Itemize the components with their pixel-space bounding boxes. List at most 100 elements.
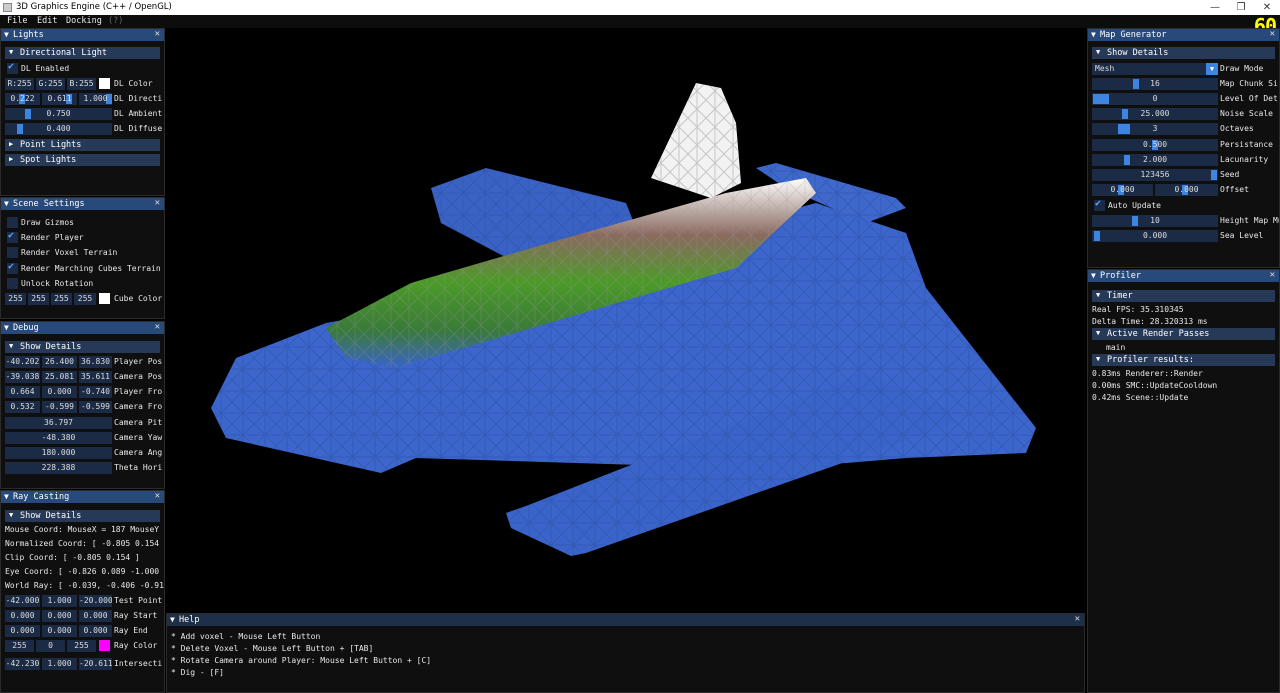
directional-light-header[interactable]: ▼ Directional Light [5,47,160,59]
render-passes-header[interactable]: ▼ Active Render Passes [1092,328,1275,340]
slider-grab[interactable] [1122,109,1128,119]
ray-end-y[interactable]: 0.000 [42,625,77,637]
ray-casting-title-bar[interactable]: ▼ Ray Casting ✕ [1,491,164,503]
render-player-checkbox[interactable] [7,230,18,243]
ray-color-r[interactable]: 255 [5,640,34,652]
ray-color-g[interactable]: 0 [36,640,65,652]
auto-update-checkbox[interactable] [1094,198,1105,211]
octaves-slider[interactable]: 3 [1092,123,1218,135]
close-window-button[interactable]: ✕ [1254,0,1280,15]
offset-y-slider[interactable]: 0.000 [1155,184,1218,196]
collapse-icon[interactable]: ▼ [170,615,175,624]
cube-color-swatch[interactable] [99,293,110,304]
player-pos-y[interactable]: 26.400 [42,356,77,368]
test-point-y[interactable]: 1.000 [42,595,77,607]
dl-color-b[interactable]: B:255 [67,78,96,90]
collapse-icon[interactable]: ▼ [1091,30,1096,39]
player-pos-z[interactable]: 36.830 [79,356,112,368]
camera-yaw-field[interactable]: -48.380 [5,432,112,444]
slider-grab[interactable] [1211,170,1217,180]
3d-viewport[interactable] [166,28,1085,612]
camera-pos-x[interactable]: -39.038 [5,371,40,383]
dl-diffuse-slider[interactable]: 0.400 [5,123,112,135]
collapse-icon[interactable]: ▼ [4,323,9,332]
menu-file[interactable]: File [7,16,27,26]
slider-grab[interactable] [1094,231,1100,241]
cube-color-r[interactable]: 255 [5,293,26,305]
sea-level-slider[interactable]: 0.000 [1092,230,1218,242]
noise-scale-slider[interactable]: 25.000 [1092,108,1218,120]
camera-pitch-field[interactable]: 36.797 [5,417,112,429]
slider-grab[interactable] [1093,94,1109,104]
spot-lights-header[interactable]: ▶ Spot Lights [5,154,160,166]
profiler-results-header[interactable]: ▼ Profiler results: [1092,354,1275,366]
test-point-x[interactable]: -42.000 [5,595,40,607]
camera-pos-z[interactable]: 35.611 [79,371,112,383]
render-mc-checkbox[interactable] [7,261,18,274]
cube-color-g[interactable]: 255 [28,293,49,305]
maximize-button[interactable]: ❐ [1228,0,1254,15]
close-icon[interactable]: ✕ [155,491,160,501]
ray-color-b[interactable]: 255 [67,640,96,652]
slider-grab[interactable] [1124,155,1130,165]
close-icon[interactable]: ✕ [155,198,160,208]
menu-help[interactable]: (?) [108,16,123,26]
player-pos-x[interactable]: -40.202 [5,356,40,368]
theta-horizontal-field[interactable]: 228.388 [5,462,112,474]
ray-start-z[interactable]: 0.000 [79,610,112,622]
dl-color-r[interactable]: R:255 [5,78,34,90]
player-front-x[interactable]: 0.664 [5,386,40,398]
camera-front-z[interactable]: -0.599 [79,401,112,413]
dl-ambient-slider[interactable]: 0.750 [5,108,112,120]
dl-enabled-checkbox[interactable] [7,61,18,74]
collapse-icon[interactable]: ▼ [4,30,9,39]
player-front-y[interactable]: 0.000 [42,386,77,398]
persistance-slider[interactable]: 0.500 [1092,139,1218,151]
scene-settings-title-bar[interactable]: ▼ Scene Settings ✕ [1,198,164,210]
minimize-button[interactable]: — [1202,0,1228,15]
camera-angle-field[interactable]: 180.000 [5,447,112,459]
dropdown-arrow-icon[interactable]: ▼ [1206,63,1218,75]
profiler-title-bar[interactable]: ▼ Profiler ✕ [1088,270,1279,282]
lacunarity-slider[interactable]: 2.000 [1092,154,1218,166]
collapse-icon[interactable]: ▼ [1091,271,1096,280]
ray-color-swatch[interactable] [99,640,110,651]
intersection-x[interactable]: -42.230 [5,658,40,670]
close-icon[interactable]: ✕ [155,29,160,39]
lights-title-bar[interactable]: ▼ Lights ✕ [1,29,164,41]
help-title-bar[interactable]: ▼ Help ✕ [167,614,1084,626]
dl-dir-x[interactable]: 0.222 [5,93,40,105]
intersection-z[interactable]: -20.611 [79,658,112,670]
ray-end-z[interactable]: 0.000 [79,625,112,637]
mapgen-show-details-header[interactable]: ▼ Show Details [1092,47,1275,59]
chunk-size-slider[interactable]: 16 [1092,78,1218,90]
collapse-icon[interactable]: ▼ [4,199,9,208]
camera-front-x[interactable]: 0.532 [5,401,40,413]
menu-edit[interactable]: Edit [37,16,57,26]
ray-start-y[interactable]: 0.000 [42,610,77,622]
player-front-z[interactable]: -0.740 [79,386,112,398]
debug-show-details-header[interactable]: ▼ Show Details [5,341,160,353]
unlock-rotation-checkbox[interactable] [7,278,18,289]
draw-gizmos-checkbox[interactable] [7,217,18,228]
ray-show-details-header[interactable]: ▼ Show Details [5,510,160,522]
dl-color-swatch[interactable] [99,78,110,89]
close-icon[interactable]: ✕ [1270,270,1275,280]
camera-front-y[interactable]: -0.599 [42,401,77,413]
close-icon[interactable]: ✕ [155,322,160,332]
render-voxel-checkbox[interactable] [7,247,18,258]
cube-color-b[interactable]: 255 [51,293,72,305]
debug-title-bar[interactable]: ▼ Debug ✕ [1,322,164,334]
map-generator-title-bar[interactable]: ▼ Map Generator ✕ [1088,29,1279,41]
slider-grab[interactable] [17,124,23,134]
cube-color-a[interactable]: 255 [74,293,96,305]
height-map-slider[interactable]: 10 [1092,215,1218,227]
offset-x-slider[interactable]: 0.000 [1092,184,1153,196]
slider-grab[interactable] [25,109,31,119]
slider-grab[interactable] [1133,79,1139,89]
slider-grab[interactable] [1132,216,1138,226]
slider-grab[interactable] [1118,124,1130,134]
timer-header[interactable]: ▼ Timer [1092,290,1275,302]
test-point-z[interactable]: -20.000 [79,595,112,607]
ray-end-x[interactable]: 0.000 [5,625,40,637]
